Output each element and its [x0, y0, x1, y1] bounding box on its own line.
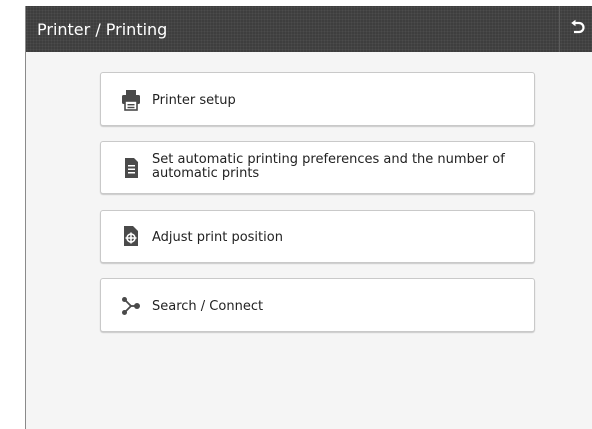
print-position-icon — [124, 226, 138, 246]
header-bar: Printer / Printing — [26, 6, 592, 52]
page-title: Printer / Printing — [37, 20, 168, 39]
printer-printing-screen: Printer / Printing Printer setup Set aut… — [25, 6, 592, 429]
back-arrow-icon — [571, 19, 585, 34]
connect-icon — [122, 297, 140, 315]
adjust-print-position-button[interactable]: Adjust print position — [100, 210, 535, 263]
document-icon — [125, 158, 138, 178]
printer-icon — [122, 90, 140, 111]
search-connect-label: Search / Connect — [152, 299, 264, 314]
back-button[interactable] — [560, 6, 592, 52]
printer-setup-label: Printer setup — [152, 93, 236, 108]
auto-print-preferences-button[interactable]: Set automatic printing preferences and t… — [100, 141, 535, 194]
auto-print-preferences-label: Set automatic printing preferences and t… — [152, 152, 505, 181]
printer-setup-button[interactable]: Printer setup — [100, 72, 535, 126]
adjust-print-position-label: Adjust print position — [152, 230, 283, 245]
search-connect-button[interactable]: Search / Connect — [100, 278, 535, 332]
